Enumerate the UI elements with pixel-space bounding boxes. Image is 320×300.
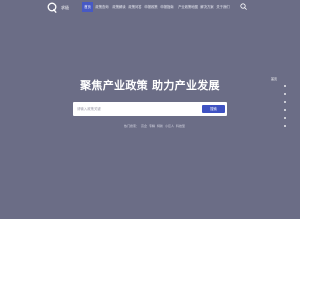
side-anchor-dot[interactable] [284, 125, 286, 127]
nav-item-solutions[interactable]: 解决方案 [200, 2, 214, 12]
hot-keyword[interactable]: 特新 [157, 124, 163, 129]
hot-keyword[interactable]: 专精 [149, 124, 155, 129]
hero-banner: 求极 首页 政策查询 政策解读 政策问答 申报政策 申报指南 产业政策地图 解决… [0, 0, 300, 219]
nav-item-declare-guide[interactable]: 申报指南 [160, 2, 174, 12]
hot-keyword[interactable]: 小巨人 [165, 124, 174, 129]
policy-search-input[interactable] [73, 102, 201, 116]
hero-search-box: 搜索 [73, 102, 227, 116]
search-button[interactable]: 搜索 [202, 105, 225, 113]
nav-item-policy-map[interactable]: 产业政策地图 [177, 2, 199, 12]
hot-search-label: 热门搜索： [124, 124, 140, 128]
side-anchor-dot[interactable] [284, 117, 286, 119]
brand-name[interactable]: 求极 [61, 5, 69, 10]
q-logo-icon[interactable] [47, 2, 57, 13]
nav-item-policy-qa[interactable]: 政策问答 [128, 2, 142, 12]
nav-item-declare-policy[interactable]: 申报政策 [144, 2, 158, 12]
search-icon[interactable] [240, 3, 247, 10]
side-anchor-dot[interactable] [284, 101, 286, 103]
nav-item-home[interactable]: 首页 [82, 2, 93, 12]
hot-keyword[interactable]: 高企 [141, 124, 147, 129]
side-anchor-dot[interactable] [284, 93, 286, 95]
hero-title: 聚焦产业政策 助力产业发展 [80, 79, 220, 92]
nav-item-policy-interpretation[interactable]: 政策解读 [112, 2, 126, 12]
nav-item-policy-search[interactable]: 政策查询 [95, 2, 109, 12]
hot-keyword[interactable]: 科技型 [176, 124, 185, 129]
side-anchor-dot[interactable] [284, 109, 286, 111]
nav-item-about[interactable]: 关于我们 [216, 2, 230, 12]
